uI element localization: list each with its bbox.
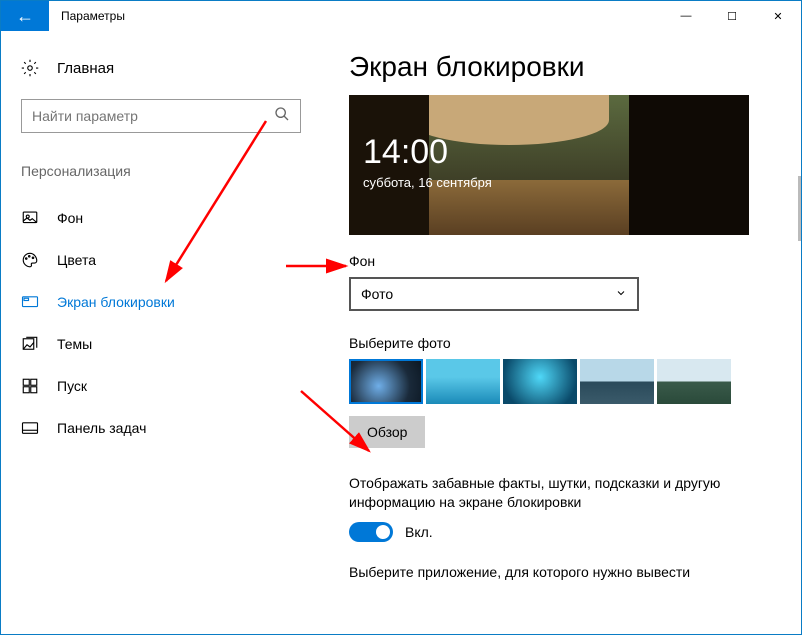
chevron-down-icon xyxy=(615,286,627,302)
tips-toggle-row: Вкл. xyxy=(349,522,773,542)
photo-thumbnails xyxy=(349,359,773,404)
sidebar-item-lockscreen[interactable]: Экран блокировки xyxy=(21,281,301,323)
sidebar-item-label: Фон xyxy=(57,210,83,226)
sidebar-item-start[interactable]: Пуск xyxy=(21,365,301,407)
sidebar-item-label: Панель задач xyxy=(57,420,146,436)
lockscreen-icon xyxy=(21,293,39,311)
home-nav[interactable]: Главная xyxy=(21,59,301,77)
photo-thumb-5[interactable] xyxy=(657,359,731,404)
toggle-state-label: Вкл. xyxy=(405,524,433,540)
scrollbar-thumb[interactable] xyxy=(798,176,801,241)
photo-thumb-4[interactable] xyxy=(580,359,654,404)
palette-icon xyxy=(21,251,39,269)
dropdown-value: Фото xyxy=(361,286,393,302)
photo-thumb-1[interactable] xyxy=(349,359,423,404)
start-icon xyxy=(21,377,39,395)
preview-date: суббота, 16 сентября xyxy=(363,175,492,190)
minimize-button[interactable]: — xyxy=(663,1,709,31)
background-dropdown[interactable]: Фото xyxy=(349,277,639,311)
maximize-button[interactable]: ☐ xyxy=(709,1,755,31)
photo-thumb-3[interactable] xyxy=(503,359,577,404)
themes-icon xyxy=(21,335,39,353)
tips-description: Отображать забавные факты, шутки, подска… xyxy=(349,474,749,512)
titlebar: ← Параметры — ☐ ✕ xyxy=(1,1,801,31)
toggle-knob xyxy=(376,525,390,539)
background-label: Фон xyxy=(349,253,773,269)
sidebar-item-label: Экран блокировки xyxy=(57,294,175,310)
photo-thumb-2[interactable] xyxy=(426,359,500,404)
gear-icon xyxy=(21,59,39,77)
sidebar-item-label: Пуск xyxy=(57,378,87,394)
search-icon xyxy=(274,106,290,127)
search-input[interactable] xyxy=(32,108,262,124)
sidebar: Главная Персонализация Фон Цвета Э xyxy=(1,31,321,634)
preview-time: 14:00 xyxy=(363,133,448,172)
content-panel: Экран блокировки 14:00 суббота, 16 сентя… xyxy=(321,31,801,634)
sidebar-item-themes[interactable]: Темы xyxy=(21,323,301,365)
sidebar-item-taskbar[interactable]: Панель задач xyxy=(21,407,301,449)
category-label: Персонализация xyxy=(21,163,301,179)
sidebar-item-background[interactable]: Фон xyxy=(21,197,301,239)
taskbar-icon xyxy=(21,419,39,437)
back-button[interactable]: ← xyxy=(1,1,49,31)
close-button[interactable]: ✕ xyxy=(755,1,801,31)
back-arrow-icon: ← xyxy=(16,6,34,27)
window-title: Параметры xyxy=(49,9,663,23)
sidebar-item-colors[interactable]: Цвета xyxy=(21,239,301,281)
picture-icon xyxy=(21,209,39,227)
apps-description: Выберите приложение, для которого нужно … xyxy=(349,564,749,580)
tips-toggle[interactable] xyxy=(349,522,393,542)
scrollbar[interactable] xyxy=(798,31,801,634)
browse-button[interactable]: Обзор xyxy=(349,416,425,448)
sidebar-item-label: Темы xyxy=(57,336,92,352)
search-box[interactable] xyxy=(21,99,301,133)
lockscreen-preview: 14:00 суббота, 16 сентября xyxy=(349,95,749,235)
choose-photo-label: Выберите фото xyxy=(349,335,773,351)
page-title: Экран блокировки xyxy=(349,51,773,83)
window-controls: — ☐ ✕ xyxy=(663,1,801,31)
home-label: Главная xyxy=(57,60,114,77)
sidebar-item-label: Цвета xyxy=(57,252,96,268)
